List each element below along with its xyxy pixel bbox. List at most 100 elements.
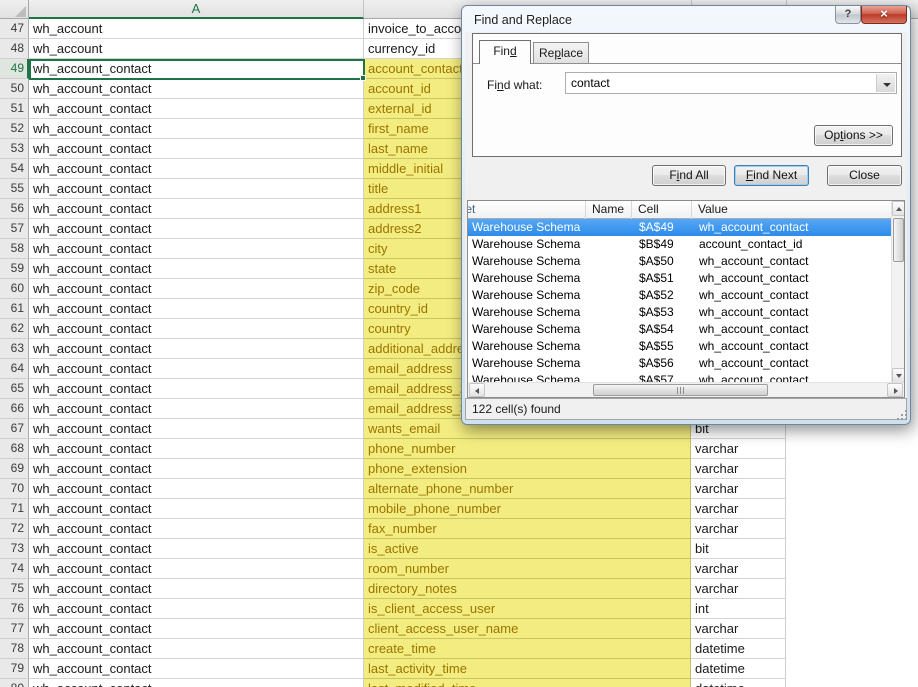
row-header-73[interactable]: 73 — [0, 539, 29, 559]
row-header-54[interactable]: 54 — [0, 159, 29, 179]
cell-c73[interactable]: bit — [691, 539, 786, 559]
scroll-left-button[interactable] — [469, 383, 485, 397]
row-header-74[interactable]: 74 — [0, 559, 29, 579]
cell-b80[interactable]: last_modified_time — [364, 679, 691, 687]
result-row[interactable]: Warehouse Schema$A$51wh_account_contact — [468, 270, 891, 287]
cell-c76[interactable]: int — [691, 599, 786, 619]
row-header-77[interactable]: 77 — [0, 619, 29, 639]
cell-a55[interactable]: wh_account_contact — [29, 179, 364, 199]
cell-b71[interactable]: mobile_phone_number — [364, 499, 691, 519]
vertical-scrollbar[interactable] — [891, 201, 904, 383]
select-all-corner[interactable] — [0, 0, 29, 19]
cell-a60[interactable]: wh_account_contact — [29, 279, 364, 299]
close-window-button[interactable]: × — [861, 6, 907, 24]
cell-b79[interactable]: last_activity_time — [364, 659, 691, 679]
cell-a69[interactable]: wh_account_contact — [29, 459, 364, 479]
cell-a68[interactable]: wh_account_contact — [29, 439, 364, 459]
cell-a63[interactable]: wh_account_contact — [29, 339, 364, 359]
cell-a57[interactable]: wh_account_contact — [29, 219, 364, 239]
tab-find[interactable]: Find — [479, 40, 531, 64]
cell-a64[interactable]: wh_account_contact — [29, 359, 364, 379]
cell-c74[interactable]: varchar — [691, 559, 786, 579]
cell-b69[interactable]: phone_extension — [364, 459, 691, 479]
cell-b74[interactable]: room_number — [364, 559, 691, 579]
row-header-66[interactable]: 66 — [0, 399, 29, 419]
row-header-51[interactable]: 51 — [0, 99, 29, 119]
cell-b73[interactable]: is_active — [364, 539, 691, 559]
row-header-78[interactable]: 78 — [0, 639, 29, 659]
horizontal-scroll-thumb[interactable] — [593, 384, 768, 396]
cell-a65[interactable]: wh_account_contact — [29, 379, 364, 399]
cell-b68[interactable]: phone_number — [364, 439, 691, 459]
cell-a77[interactable]: wh_account_contact — [29, 619, 364, 639]
result-row[interactable]: Warehouse Schema$A$56wh_account_contact — [468, 355, 891, 372]
cell-a76[interactable]: wh_account_contact — [29, 599, 364, 619]
row-header-63[interactable]: 63 — [0, 339, 29, 359]
row-header-67[interactable]: 67 — [0, 419, 29, 439]
column-header-a[interactable]: A — [29, 0, 364, 19]
cell-a52[interactable]: wh_account_contact — [29, 119, 364, 139]
row-header-58[interactable]: 58 — [0, 239, 29, 259]
row-header-62[interactable]: 62 — [0, 319, 29, 339]
row-header-69[interactable]: 69 — [0, 459, 29, 479]
cell-a75[interactable]: wh_account_contact — [29, 579, 364, 599]
cell-a56[interactable]: wh_account_contact — [29, 199, 364, 219]
row-header-80[interactable]: 80 — [0, 679, 29, 687]
row-header-68[interactable]: 68 — [0, 439, 29, 459]
cell-a80[interactable]: wh_account_contact — [29, 679, 364, 687]
cell-a50[interactable]: wh_account_contact — [29, 79, 364, 99]
horizontal-scrollbar[interactable] — [468, 382, 904, 397]
cell-a78[interactable]: wh_account_contact — [29, 639, 364, 659]
cell-a79[interactable]: wh_account_contact — [29, 659, 364, 679]
row-header-72[interactable]: 72 — [0, 519, 29, 539]
row-header-57[interactable]: 57 — [0, 219, 29, 239]
row-header-52[interactable]: 52 — [0, 119, 29, 139]
cell-a59[interactable]: wh_account_contact — [29, 259, 364, 279]
cell-a48[interactable]: wh_account — [29, 39, 364, 59]
cell-a74[interactable]: wh_account_contact — [29, 559, 364, 579]
result-row[interactable]: Warehouse Schema$A$52wh_account_contact — [468, 287, 891, 304]
cell-c75[interactable]: varchar — [691, 579, 786, 599]
cell-a67[interactable]: wh_account_contact — [29, 419, 364, 439]
cell-c80[interactable]: datetime — [691, 679, 786, 687]
results-col-name[interactable]: Name — [586, 201, 632, 219]
result-row[interactable]: Warehouse Schema$B$49account_contact_id — [468, 236, 891, 253]
results-col-sheet[interactable]: Sheet — [468, 201, 586, 219]
cell-c71[interactable]: varchar — [691, 499, 786, 519]
cell-c69[interactable]: varchar — [691, 459, 786, 479]
row-header-71[interactable]: 71 — [0, 499, 29, 519]
scroll-up-button[interactable] — [892, 201, 905, 216]
result-row[interactable]: Warehouse Schema$A$54wh_account_contact — [468, 321, 891, 338]
options-button[interactable]: Options >> — [814, 125, 893, 146]
row-header-79[interactable]: 79 — [0, 659, 29, 679]
cell-a53[interactable]: wh_account_contact — [29, 139, 364, 159]
row-header-53[interactable]: 53 — [0, 139, 29, 159]
cell-b77[interactable]: client_access_user_name — [364, 619, 691, 639]
close-button[interactable]: Close — [827, 165, 902, 186]
result-row[interactable]: Warehouse Schema$A$49wh_account_contact — [468, 219, 891, 236]
row-header-49[interactable]: 49 — [0, 59, 29, 79]
row-header-48[interactable]: 48 — [0, 39, 29, 59]
result-row[interactable]: Warehouse Schema$A$53wh_account_contact — [468, 304, 891, 321]
cell-a72[interactable]: wh_account_contact — [29, 519, 364, 539]
vertical-scroll-thumb[interactable] — [893, 218, 904, 262]
cell-c79[interactable]: datetime — [691, 659, 786, 679]
find-next-button[interactable]: Find Next — [734, 165, 809, 186]
row-header-47[interactable]: 47 — [0, 19, 29, 39]
tab-replace[interactable]: Replace — [533, 42, 589, 64]
cell-c70[interactable]: varchar — [691, 479, 786, 499]
cell-b75[interactable]: directory_notes — [364, 579, 691, 599]
cell-a58[interactable]: wh_account_contact — [29, 239, 364, 259]
selected-cell-border[interactable] — [29, 59, 365, 80]
scroll-down-button[interactable] — [892, 368, 905, 383]
results-col-cell[interactable]: Cell — [632, 201, 692, 219]
row-header-76[interactable]: 76 — [0, 599, 29, 619]
row-header-60[interactable]: 60 — [0, 279, 29, 299]
cell-a61[interactable]: wh_account_contact — [29, 299, 364, 319]
cell-b72[interactable]: fax_number — [364, 519, 691, 539]
row-header-75[interactable]: 75 — [0, 579, 29, 599]
cell-a51[interactable]: wh_account_contact — [29, 99, 364, 119]
cell-c72[interactable]: varchar — [691, 519, 786, 539]
row-header-56[interactable]: 56 — [0, 199, 29, 219]
row-header-50[interactable]: 50 — [0, 79, 29, 99]
